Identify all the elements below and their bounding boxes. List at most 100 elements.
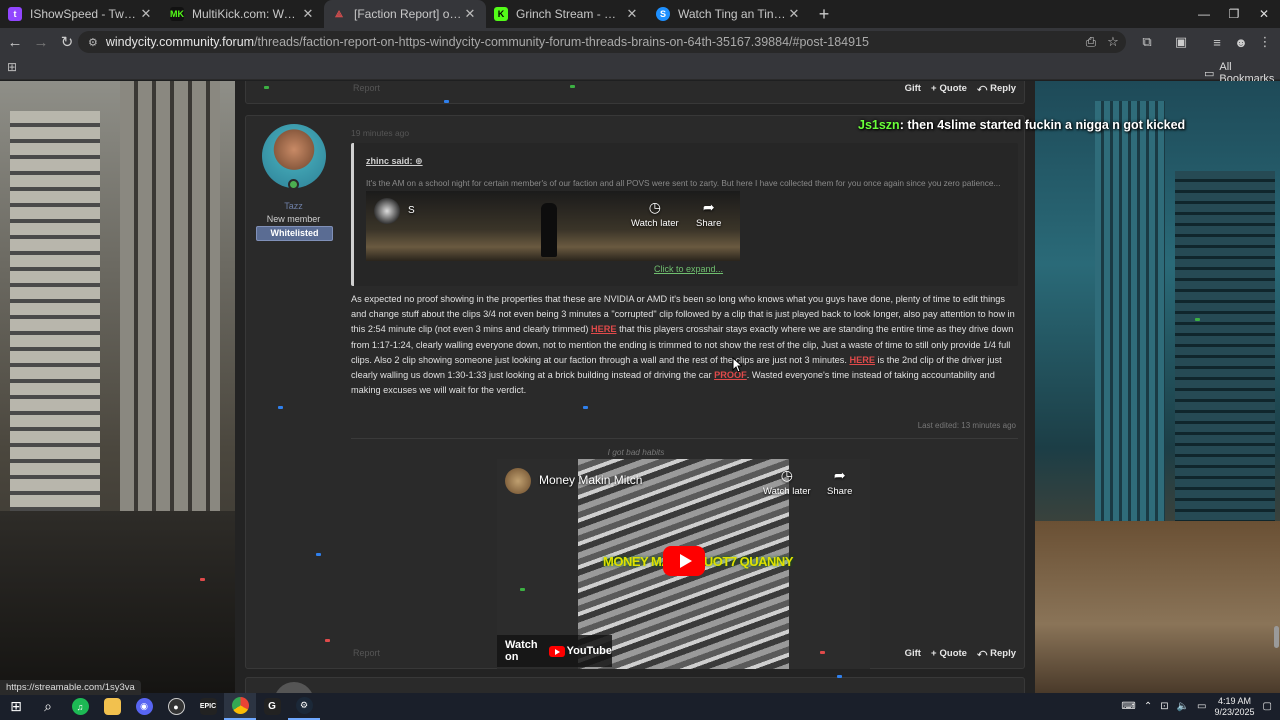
kick-icon: G xyxy=(263,698,281,715)
plus-icon: + xyxy=(930,648,937,659)
twitch-icon: t xyxy=(8,7,22,21)
share-icon: ➦ xyxy=(833,467,846,483)
embedded-clip[interactable]: S ◷ Watch later ➦ Share xyxy=(366,191,740,261)
proof-link-here-1[interactable]: HERE xyxy=(591,324,617,334)
extensions-icon[interactable]: ⧉ xyxy=(1134,29,1160,55)
last-edited: Last edited: 13 minutes ago xyxy=(917,421,1016,430)
click-to-expand-link[interactable]: Click to expand... xyxy=(654,264,723,274)
chrome-icon xyxy=(231,697,249,714)
chat-message: : then 4slime started fuckin a nigga n g… xyxy=(899,118,1186,132)
close-icon[interactable]: ✕ xyxy=(786,6,802,22)
share-button[interactable]: ➦ Share xyxy=(696,199,721,229)
video-share-button[interactable]: ➦ Share xyxy=(827,467,852,497)
close-icon[interactable]: ✕ xyxy=(462,6,478,22)
restore-button[interactable]: ❐ xyxy=(1218,0,1250,28)
reload-button[interactable]: ↻ xyxy=(54,29,80,55)
quote-button[interactable]: + Quote xyxy=(931,83,967,94)
share-icon: ➦ xyxy=(702,199,715,215)
watch-later-button[interactable]: ◷ Watch later xyxy=(631,199,679,229)
confetti xyxy=(325,639,330,642)
quote-author[interactable]: zhinc said: ⊕ xyxy=(366,156,423,167)
start-button[interactable]: ⊞ xyxy=(0,693,32,720)
clip-channel-name[interactable]: S xyxy=(408,205,415,216)
bookmark-star-icon[interactable]: ☆ xyxy=(1100,29,1126,55)
taskbar-clock[interactable]: 4:19 AM 9/23/2025 xyxy=(1215,696,1255,718)
tray-chevron-icon[interactable]: ⌃ xyxy=(1144,701,1152,712)
reply-button[interactable]: ⤺ Reply xyxy=(977,648,1016,659)
quote-button[interactable]: + Quote xyxy=(931,648,967,659)
window-close-button[interactable]: ✕ xyxy=(1248,0,1280,28)
network-icon[interactable]: ⊡ xyxy=(1160,701,1168,712)
epic-games-button[interactable]: EPIC xyxy=(192,693,224,720)
signature-text: I got bad habits xyxy=(607,447,665,457)
search-icon: ⌕ xyxy=(44,698,52,714)
clip-scene-figure xyxy=(541,203,557,257)
forum-thread: Report Gift + Quote ⤺ Reply Tazz New membe… xyxy=(235,81,1035,693)
folder-icon: ▭ xyxy=(1204,67,1215,80)
confetti xyxy=(820,651,825,654)
jump-to-quote-icon[interactable]: ⊕ xyxy=(415,156,423,166)
confetti xyxy=(570,85,575,88)
spotify-button[interactable]: ♫ xyxy=(64,693,96,720)
gift-button[interactable]: Gift xyxy=(905,648,921,659)
back-button[interactable]: ← xyxy=(2,29,28,55)
play-button[interactable] xyxy=(663,546,705,576)
report-link[interactable]: Report xyxy=(353,83,380,93)
tab-streamable[interactable]: S Watch Ting an Tings | Streamable ✕ xyxy=(648,0,810,28)
file-explorer-icon xyxy=(103,698,121,715)
url-host: windycity.community.forum xyxy=(105,35,255,49)
multikick-icon: MK xyxy=(170,7,184,21)
minimize-button[interactable]: — xyxy=(1188,0,1220,28)
new-tab-button[interactable]: + xyxy=(810,0,838,28)
kick-app-button[interactable]: G xyxy=(256,693,288,720)
reply-button[interactable]: ⤺ Reply xyxy=(977,83,1016,94)
menu-icon[interactable]: ⋮ xyxy=(1252,29,1278,55)
confetti xyxy=(444,100,449,103)
close-icon[interactable]: ✕ xyxy=(138,6,154,22)
user-title: New member xyxy=(266,214,321,224)
tab-faction-report[interactable]: ⟁ [Faction Report] on https://windycity … xyxy=(324,0,486,28)
discord-button[interactable]: ◉ xyxy=(128,693,160,720)
search-button[interactable]: ⌕ xyxy=(32,693,64,720)
video-channel-avatar[interactable] xyxy=(505,468,531,494)
notifications-icon[interactable]: ▢ xyxy=(1263,701,1272,712)
close-icon[interactable]: ✕ xyxy=(300,6,316,22)
post-username[interactable]: Tazz xyxy=(246,201,341,211)
gift-button[interactable]: Gift xyxy=(905,83,921,94)
chrome-button[interactable] xyxy=(224,693,256,720)
volume-icon[interactable]: 🔈 xyxy=(1177,701,1189,712)
video-watch-later-button[interactable]: ◷ Watch later xyxy=(763,467,811,497)
site-info-icon[interactable]: ⚙ xyxy=(88,36,98,49)
address-bar[interactable]: ⚙ windycity.community.forum/threads/fact… xyxy=(78,31,1126,53)
steam-button[interactable]: ⚙ xyxy=(288,693,320,720)
link-status-bar: https://streamable.com/1sy3va xyxy=(0,680,141,695)
battery-icon[interactable]: ▭ xyxy=(1197,701,1206,712)
tab-grinch-stream[interactable]: K Grinch Stream - Watch Live on Kick ✕ xyxy=(486,0,648,28)
url-path: /threads/faction-report-on-https-windyci… xyxy=(254,35,869,49)
obs-button[interactable]: ● xyxy=(160,693,192,720)
spotify-icon: ♫ xyxy=(71,698,89,715)
page-scrollbar[interactable] xyxy=(1274,626,1279,648)
start-icon: ⊞ xyxy=(10,698,22,714)
reply-icon: ⤺ xyxy=(976,648,988,659)
report-link[interactable]: Report xyxy=(353,648,380,658)
steam-icon: ⚙ xyxy=(295,697,313,714)
post-timestamp[interactable]: 19 minutes ago xyxy=(351,128,409,138)
confetti xyxy=(278,406,283,409)
watch-on-youtube-button[interactable]: Watch on YouTube xyxy=(497,635,612,667)
tab-ishowspeed[interactable]: t IShowSpeed - Twitch ✕ xyxy=(0,0,162,28)
close-icon[interactable]: ✕ xyxy=(624,6,640,22)
keyboard-icon[interactable]: ⌨ xyxy=(1121,701,1135,712)
system-tray: ⌨ ⌃ ⊡ 🔈 ▭ 4:19 AM 9/23/2025 ▢ xyxy=(1121,693,1280,720)
profile-avatar-icon[interactable]: ☻ xyxy=(1228,29,1254,55)
side-panel-icon[interactable]: ▣ xyxy=(1168,29,1194,55)
apps-grid-icon[interactable]: ⊞ xyxy=(7,60,17,74)
file-explorer-button[interactable] xyxy=(96,693,128,720)
youtube-embed[interactable]: MONEY MAKIN QUOT7 QUANNY Money Makin Mit… xyxy=(497,459,870,669)
video-channel-name[interactable]: Money Makin Mitch xyxy=(539,473,642,487)
tab-multikick[interactable]: MK MultiKick.com: Watch Multiple Kick St… xyxy=(162,0,324,28)
clip-channel-avatar[interactable] xyxy=(374,198,400,224)
proof-link-here-2[interactable]: HERE xyxy=(849,355,875,365)
forward-button[interactable]: → xyxy=(28,29,54,55)
media-control-icon[interactable]: ≡ xyxy=(1204,29,1230,55)
